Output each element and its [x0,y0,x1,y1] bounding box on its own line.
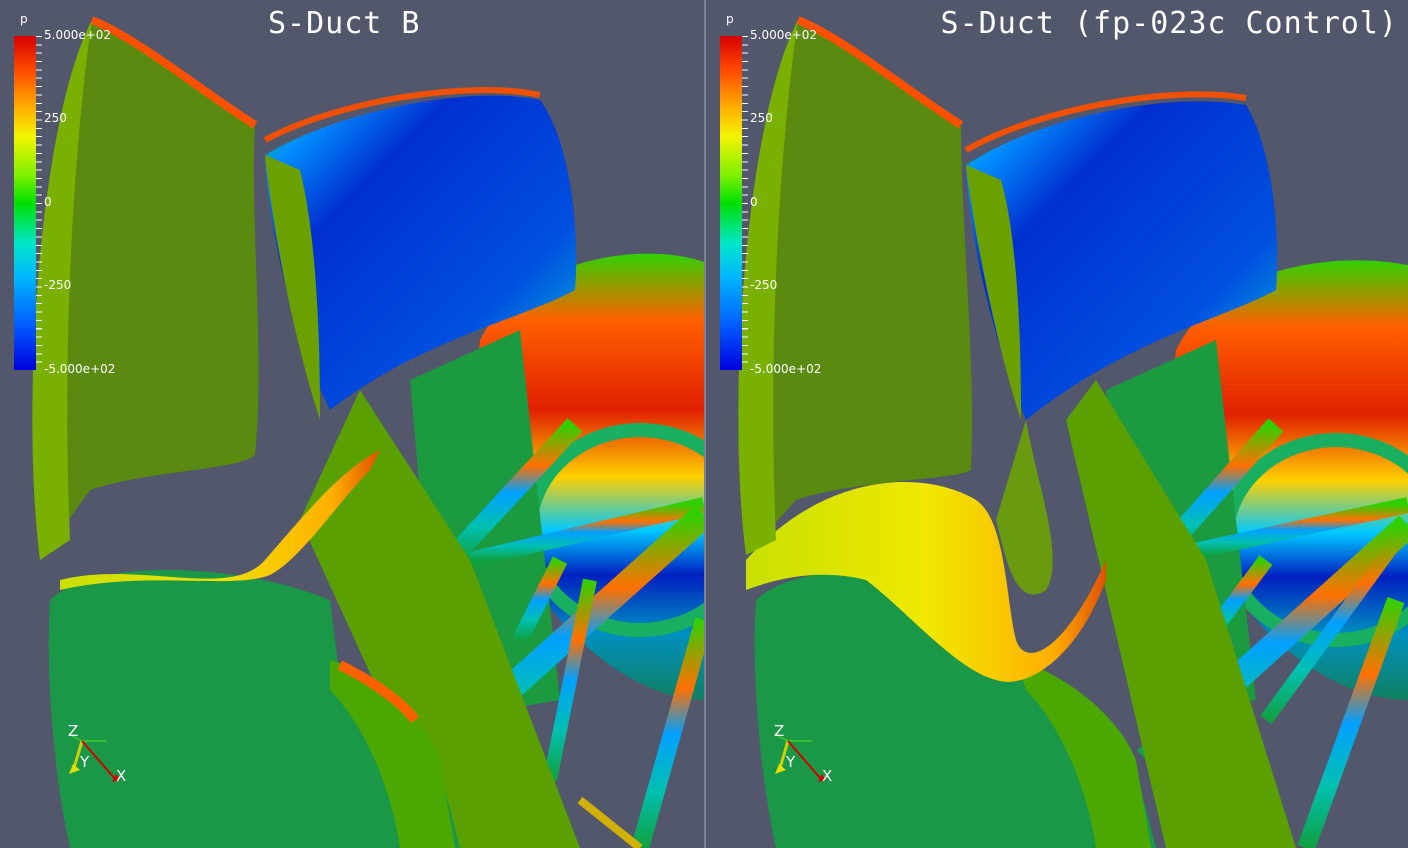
pressure-color-legend: p 5.000e+02 250 0 -250 -5.000e+02 [720,12,860,382]
legend-max-label: 5.000e+02 [44,28,112,42]
axis-y-label: Y [80,753,90,771]
legend-color-bar [720,36,742,370]
legend-250-label: 250 [750,111,773,125]
view-title: S-Duct (fp-023c Control) [940,6,1398,41]
axis-x-label: X [116,767,127,785]
legend-neg250-label: -250 [750,278,778,292]
pressure-color-legend: p 5.000e+02 250 0 -250 -5.000e+02 [14,12,154,382]
legend-zero-label: 0 [750,195,758,209]
axis-z-label: Z [68,722,79,740]
orientation-axes-widget: Z Y X [766,722,856,794]
legend-min-label: -5.000e+02 [44,362,116,376]
legend-tick-marks [742,36,748,370]
legend-zero-label: 0 [44,195,52,209]
axis-z-label: Z [774,722,785,740]
legend-color-bar [14,36,36,370]
view-title: S-Duct B [268,6,421,41]
axis-x-label: X [822,767,833,785]
orientation-axes-widget: Z Y X [60,722,150,794]
legend-max-label: 5.000e+02 [750,28,818,42]
render-view-right[interactable]: S-Duct (fp-023c Control) p 5.000e+02 250… [706,0,1408,848]
legend-min-label: -5.000e+02 [750,362,822,376]
legend-neg250-label: -250 [44,278,72,292]
legend-variable-label: p [726,12,734,26]
legend-250-label: 250 [44,111,67,125]
render-view-left[interactable]: S-Duct B p 5.000e+02 250 0 -250 -5.000e+… [0,0,704,848]
axis-y-label: Y [786,753,796,771]
legend-tick-marks [36,36,42,370]
legend-variable-label: p [20,12,28,26]
